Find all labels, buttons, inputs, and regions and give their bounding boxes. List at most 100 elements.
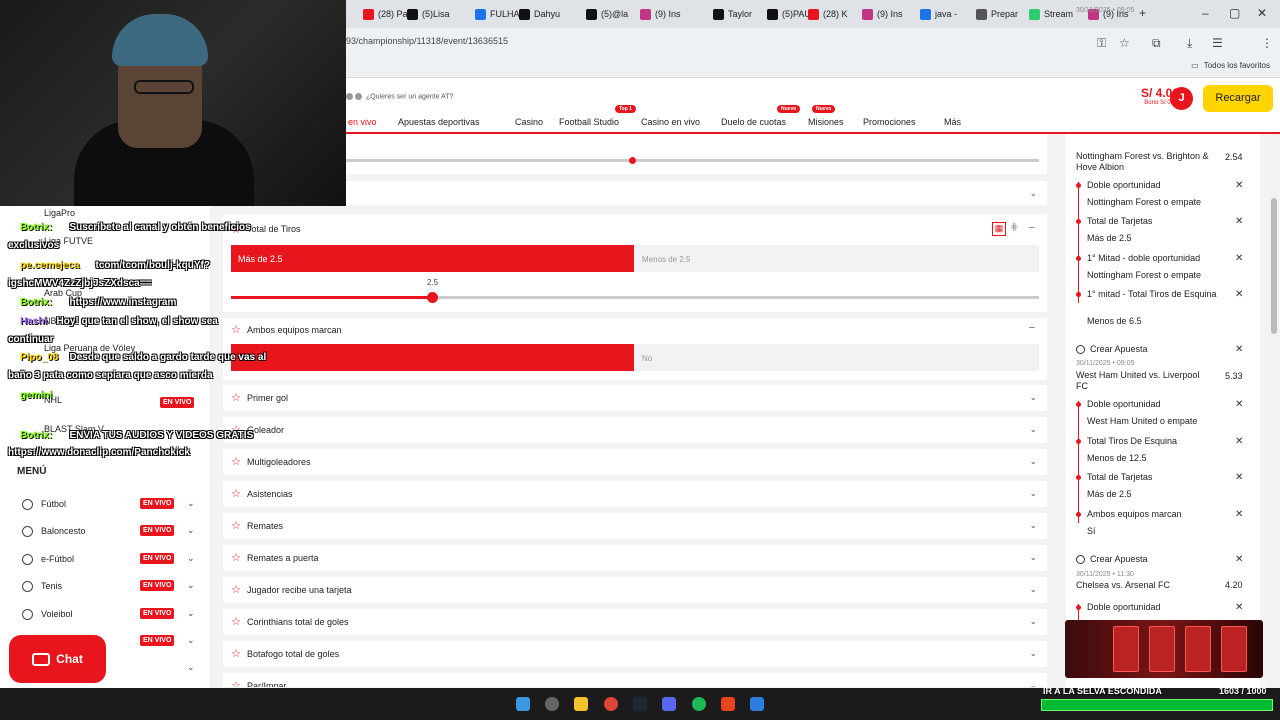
star-icon[interactable]: ☆ — [231, 647, 241, 660]
market-row[interactable]: ☆ Par/Impar ⌄ — [223, 673, 1047, 687]
selection-no[interactable]: No — [634, 344, 1039, 371]
brave-icon[interactable] — [721, 697, 735, 711]
chevron-down-icon[interactable]: ⌄ — [187, 580, 195, 591]
agent-banner[interactable]: ¿Quieres ser un agente AT? — [346, 93, 453, 100]
market-row[interactable]: ☆ Asistencias ⌄ — [223, 481, 1047, 507]
app-icon[interactable] — [750, 697, 764, 711]
sport-item[interactable]: Tenis EN VIVO ⌄ — [22, 579, 202, 599]
slider-knob[interactable] — [629, 157, 636, 164]
nav-item[interactable]: Apuestas deportivas — [398, 117, 480, 127]
nav-item[interactable]: en vivo — [348, 117, 377, 127]
browser-tab[interactable]: FULHA — [475, 4, 520, 24]
scrollbar-thumb[interactable] — [1271, 198, 1277, 334]
close-icon[interactable] — [346, 93, 353, 100]
chevron-down-icon[interactable]: ⌄ — [187, 608, 195, 619]
remove-selection-icon[interactable]: ✕ — [1235, 216, 1243, 227]
star-icon[interactable]: ☆ — [231, 679, 241, 687]
market-row[interactable]: ☆ Remates ⌄ — [223, 513, 1047, 539]
selection-under[interactable]: Menos de 2.5 — [634, 245, 1039, 272]
discord-icon[interactable] — [662, 697, 676, 711]
remove-selection-icon[interactable]: ✕ — [1235, 399, 1243, 410]
star-icon[interactable]: ☆ — [231, 615, 241, 628]
browser-tab[interactable]: (9) Ins — [862, 4, 903, 24]
chat-button[interactable]: Chat — [9, 635, 106, 683]
steam-icon[interactable] — [633, 697, 647, 711]
windows-start-icon[interactable] — [516, 697, 530, 711]
market-row[interactable]: ☆ Remates a puerta ⌄ — [223, 545, 1047, 571]
settings-icon[interactable] — [545, 697, 559, 711]
file-explorer-icon[interactable] — [574, 697, 588, 711]
collapsed-market-row[interactable]: ⌄ — [223, 181, 1047, 205]
avatar[interactable]: J — [1170, 87, 1193, 110]
star-icon[interactable]: ☆ — [231, 391, 241, 404]
chevron-down-icon[interactable]: ⌄ — [187, 662, 195, 673]
browser-tab[interactable]: Stream — [1029, 4, 1073, 24]
extensions-icon[interactable]: ⧉ — [1152, 36, 1161, 51]
nav-item[interactable]: Promociones — [863, 117, 916, 127]
nav-item[interactable]: Duelo de cuotas Nuevo — [721, 105, 801, 127]
nav-item[interactable]: Más — [944, 117, 961, 127]
new-tab-button[interactable]: + — [1139, 6, 1146, 20]
browser-tab[interactable]: java - — [920, 4, 957, 24]
star-icon[interactable]: ☆ — [231, 519, 241, 532]
spotify-icon[interactable] — [692, 697, 706, 711]
market-row[interactable]: ☆ Botafogo total de goles ⌄ — [223, 641, 1047, 667]
star-icon[interactable]: ☆ — [231, 323, 241, 336]
selection-over[interactable]: Más de 2.5 — [231, 245, 634, 272]
browser-tab[interactable]: (28) K — [808, 4, 848, 24]
remove-selection-icon[interactable]: ✕ — [1235, 436, 1243, 447]
market-row[interactable]: ☆ Primer gol ⌄ — [223, 385, 1047, 411]
star-icon[interactable]: ☆ — [1119, 36, 1130, 50]
minimize-icon[interactable]: – — [1202, 6, 1209, 20]
browser-tab[interactable]: Prepar — [976, 4, 1018, 24]
url-text[interactable]: 93/championship/11318/event/13636515 — [346, 36, 508, 46]
remove-selection-icon[interactable]: ✕ — [1235, 602, 1243, 613]
browser-tab[interactable]: (28) Pa — [363, 4, 408, 24]
create-bet-header[interactable]: Crear Apuesta — [1076, 344, 1148, 354]
remove-selection-icon[interactable]: ✕ — [1235, 253, 1243, 264]
nav-item[interactable]: Casino en vivo — [641, 117, 700, 127]
chevron-down-icon[interactable]: ⌄ — [187, 498, 195, 509]
star-icon[interactable]: ☆ — [231, 583, 241, 596]
market-row[interactable]: ☆ Jugador recibe una tarjeta ⌄ — [223, 577, 1047, 603]
league-item[interactable]: LigaPro — [44, 208, 75, 218]
browser-tab[interactable]: Taylor — [713, 4, 752, 24]
star-icon[interactable]: ☆ — [231, 455, 241, 468]
maximize-icon[interactable]: ▢ — [1229, 6, 1240, 20]
browser-tab[interactable]: (9) Ins — [640, 4, 681, 24]
all-favorites[interactable]: ▭ Todos los favoritos — [1191, 61, 1270, 70]
remove-selection-icon[interactable]: ✕ — [1235, 289, 1243, 300]
close-window-icon[interactable]: ✕ — [1257, 6, 1267, 20]
remove-bet-icon[interactable]: ✕ — [1235, 344, 1243, 355]
grid-view-icon[interactable]: ▦ — [992, 222, 1006, 236]
nav-item[interactable]: Casino — [515, 117, 543, 127]
kebab-menu-icon[interactable]: ⋮ — [1261, 36, 1273, 50]
chrome-icon[interactable] — [604, 697, 618, 711]
promo-banner[interactable] — [1065, 620, 1263, 678]
chevron-down-icon[interactable]: ⌄ — [187, 525, 195, 536]
remove-selection-icon[interactable]: ✕ — [1235, 472, 1243, 483]
remove-selection-icon[interactable]: ✕ — [1235, 180, 1243, 191]
list-view-icon[interactable]: ⋕ — [1010, 222, 1018, 233]
slider-track[interactable] — [346, 159, 1039, 162]
market-row[interactable]: ☆ Corinthians total de goles ⌄ — [223, 609, 1047, 635]
create-bet-header[interactable]: Crear Apuesta — [1076, 554, 1148, 564]
media-icon[interactable]: ☰ — [1212, 36, 1223, 50]
download-icon[interactable]: ⤓ — [1187, 36, 1192, 51]
minus-icon[interactable] — [355, 93, 362, 100]
market-row[interactable]: ☆ Multigoleadores ⌄ — [223, 449, 1047, 475]
nav-item[interactable]: Football Studio Top 1 — [559, 105, 636, 127]
key-icon[interactable]: ⚿ — [1097, 36, 1106, 51]
market-row[interactable]: ☆ Goleador ⌄ — [223, 417, 1047, 443]
chevron-down-icon[interactable]: ⌄ — [187, 635, 195, 646]
sport-item[interactable]: Voleibol EN VIVO ⌄ — [22, 607, 202, 627]
browser-tab[interactable]: (5)@la — [586, 4, 628, 24]
star-icon[interactable]: ☆ — [231, 487, 241, 500]
recharge-button[interactable]: Recargar — [1203, 85, 1273, 112]
chevron-down-icon[interactable]: ⌄ — [187, 553, 195, 564]
browser-tab[interactable]: Dahyu — [519, 4, 560, 24]
sport-item[interactable]: Baloncesto EN VIVO ⌄ — [22, 524, 202, 544]
star-icon[interactable]: ☆ — [231, 551, 241, 564]
nav-item[interactable]: Misiones Nuevo — [808, 105, 844, 127]
line-slider-knob[interactable] — [427, 292, 438, 303]
